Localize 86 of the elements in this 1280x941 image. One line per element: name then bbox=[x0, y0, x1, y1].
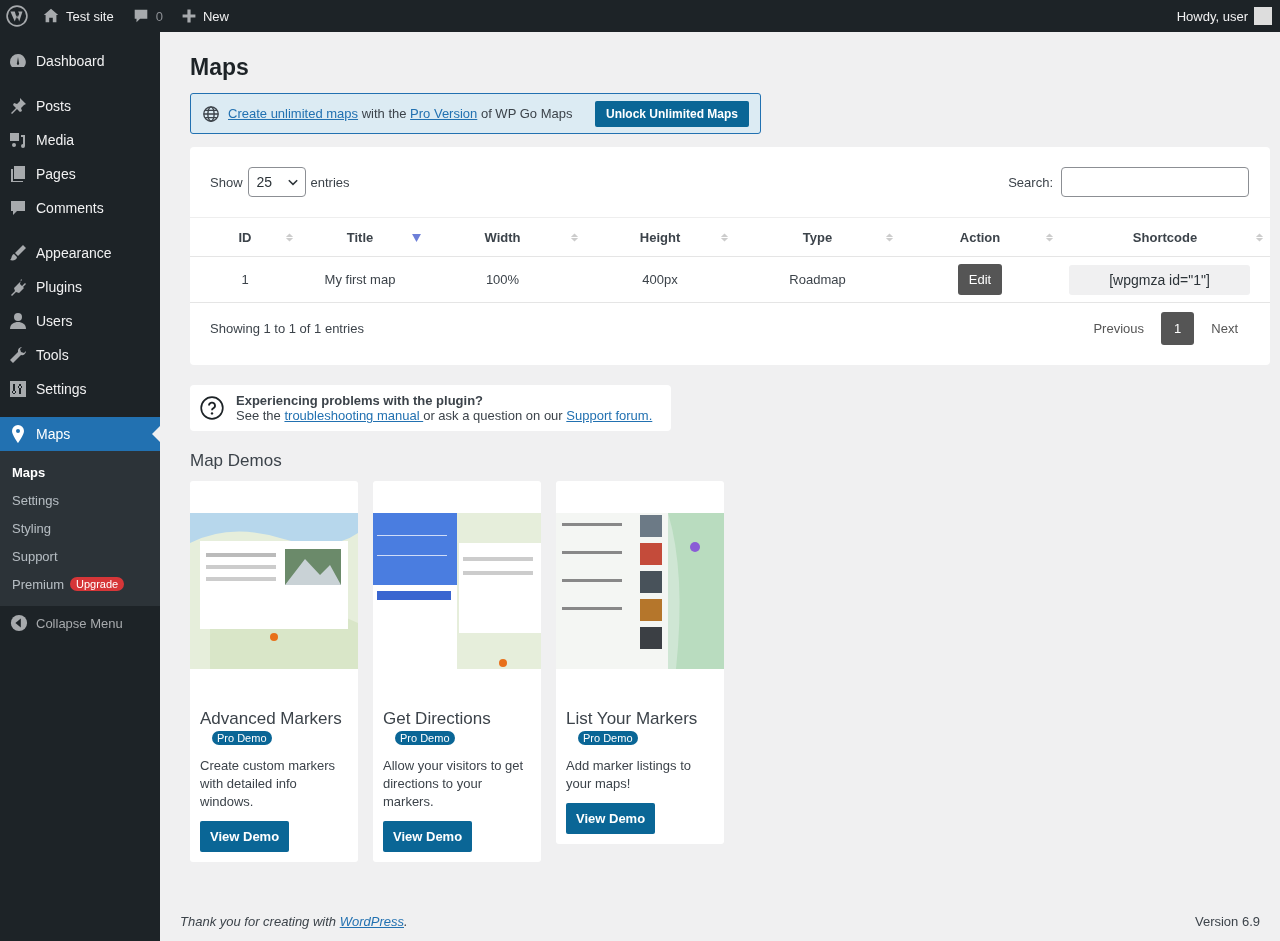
menu-item[interactable]: Users bbox=[0, 304, 160, 338]
column-header[interactable]: ID bbox=[190, 217, 300, 257]
table-cell: 1 bbox=[190, 256, 300, 303]
section-title: Map Demos bbox=[190, 451, 283, 471]
view-demo-button[interactable]: View Demo bbox=[566, 803, 656, 834]
shortcode-field[interactable]: [wpgmza id="1"] bbox=[1069, 264, 1250, 295]
table-cell: My first map bbox=[300, 256, 420, 303]
help-text: See the bbox=[236, 408, 282, 423]
column-header[interactable]: Width bbox=[420, 217, 585, 257]
home-icon bbox=[42, 7, 60, 25]
menu-item[interactable]: Pages bbox=[0, 157, 160, 191]
column-header[interactable]: Type bbox=[735, 217, 900, 257]
edit-button[interactable]: Edit bbox=[957, 264, 1003, 295]
upgrade-badge: Upgrade bbox=[70, 577, 125, 591]
greeting-text[interactable]: Howdy, user bbox=[1176, 8, 1248, 24]
column-header[interactable]: Action bbox=[900, 217, 1060, 257]
help-text: or ask a question on our bbox=[423, 408, 564, 423]
brush-icon bbox=[8, 243, 28, 263]
menu-item[interactable]: Media bbox=[0, 123, 160, 157]
menu-item[interactable]: Tools bbox=[0, 338, 160, 372]
globe-icon bbox=[202, 104, 220, 123]
submenu-item[interactable]: Settings bbox=[0, 486, 160, 514]
view-demo-button[interactable]: View Demo bbox=[200, 821, 290, 852]
menu-item[interactable]: Posts bbox=[0, 89, 160, 123]
entries-label: entries bbox=[310, 174, 350, 190]
pages-icon bbox=[8, 164, 28, 184]
text-link[interactable]: Support forum. bbox=[566, 408, 653, 423]
collapse-menu-button[interactable]: Collapse Menu bbox=[0, 606, 160, 640]
menu-item[interactable]: Comments bbox=[0, 191, 160, 225]
collapse-icon bbox=[10, 614, 28, 632]
text-link[interactable]: Pro Version bbox=[410, 106, 478, 121]
show-label: Show bbox=[210, 174, 243, 190]
unlock-button[interactable]: Unlock Unlimited Maps bbox=[594, 100, 749, 127]
pagination-button[interactable]: 1 bbox=[1161, 312, 1195, 345]
site-name-link[interactable]: Test site bbox=[66, 8, 114, 24]
sliders-icon bbox=[8, 379, 28, 399]
demo-description: Allow your visitors to get directions to your markers. bbox=[383, 757, 525, 811]
submenu-item[interactable]: Support bbox=[0, 542, 160, 570]
search-field[interactable] bbox=[1061, 167, 1249, 197]
column-header[interactable]: Title bbox=[300, 217, 420, 257]
notice-text: with the bbox=[360, 106, 408, 121]
column-header[interactable]: Height bbox=[585, 217, 735, 257]
column-header[interactable]: Shortcode bbox=[1060, 217, 1270, 257]
pro-demo-badge: Pro Demo bbox=[395, 731, 455, 745]
footer-text: . bbox=[404, 914, 408, 929]
version-text: Version 6.9 bbox=[1194, 914, 1260, 929]
submenu-item[interactable]: Maps bbox=[0, 458, 160, 486]
wordpress-logo-icon bbox=[6, 5, 28, 27]
new-content-link[interactable]: New bbox=[202, 8, 229, 24]
demo-title: List Your Markers bbox=[566, 709, 699, 729]
menu-item[interactable]: Settings bbox=[0, 372, 160, 406]
user-icon bbox=[8, 311, 28, 331]
table-cell: 400px bbox=[585, 256, 735, 303]
text-link[interactable]: troubleshooting manual bbox=[284, 408, 424, 423]
view-demo-button[interactable]: View Demo bbox=[383, 821, 473, 852]
demo-title: Advanced Markers bbox=[200, 709, 343, 729]
submenu-item[interactable]: Premium Upgrade bbox=[0, 570, 160, 598]
comment-count[interactable]: 0 bbox=[155, 8, 163, 24]
menu-item[interactable]: Plugins bbox=[0, 270, 160, 304]
media-icon bbox=[8, 130, 28, 150]
plus-icon bbox=[180, 8, 197, 24]
menu-item[interactable]: Appearance bbox=[0, 236, 160, 270]
pro-demo-badge: Pro Demo bbox=[212, 731, 272, 745]
help-title: Experiencing problems with the plugin? bbox=[236, 393, 485, 408]
demo-description: Create custom markers with detailed info windows. bbox=[200, 757, 337, 811]
pro-demo-badge: Pro Demo bbox=[578, 731, 638, 745]
question-icon bbox=[200, 396, 224, 420]
speech-bubble-icon bbox=[8, 198, 28, 218]
demo-title: Get Directions bbox=[383, 709, 492, 729]
pagination-button[interactable]: Next bbox=[1199, 312, 1250, 345]
entries-select[interactable]: 25 bbox=[247, 167, 306, 197]
menu-item[interactable]: Dashboard bbox=[0, 44, 160, 78]
menu-item[interactable]: Maps bbox=[0, 417, 160, 451]
entries-info: Showing 1 to 1 of 1 entries bbox=[210, 321, 364, 336]
search-label: Search: bbox=[1008, 174, 1053, 190]
wrench-icon bbox=[8, 345, 28, 365]
page-title: Maps bbox=[190, 54, 250, 81]
table-cell: Roadmap bbox=[735, 256, 900, 303]
footer-text: Thank you for creating with bbox=[180, 914, 338, 929]
table-cell: 100% bbox=[420, 256, 585, 303]
demo-description: Add marker listings to your maps! bbox=[566, 757, 692, 793]
text-link[interactable]: Create unlimited maps bbox=[228, 106, 359, 121]
submenu-item[interactable]: Styling bbox=[0, 514, 160, 542]
pagination-button[interactable]: Previous bbox=[1081, 312, 1157, 345]
text-link[interactable]: WordPress bbox=[339, 914, 404, 929]
notice-text: of WP Go Maps bbox=[479, 106, 573, 121]
